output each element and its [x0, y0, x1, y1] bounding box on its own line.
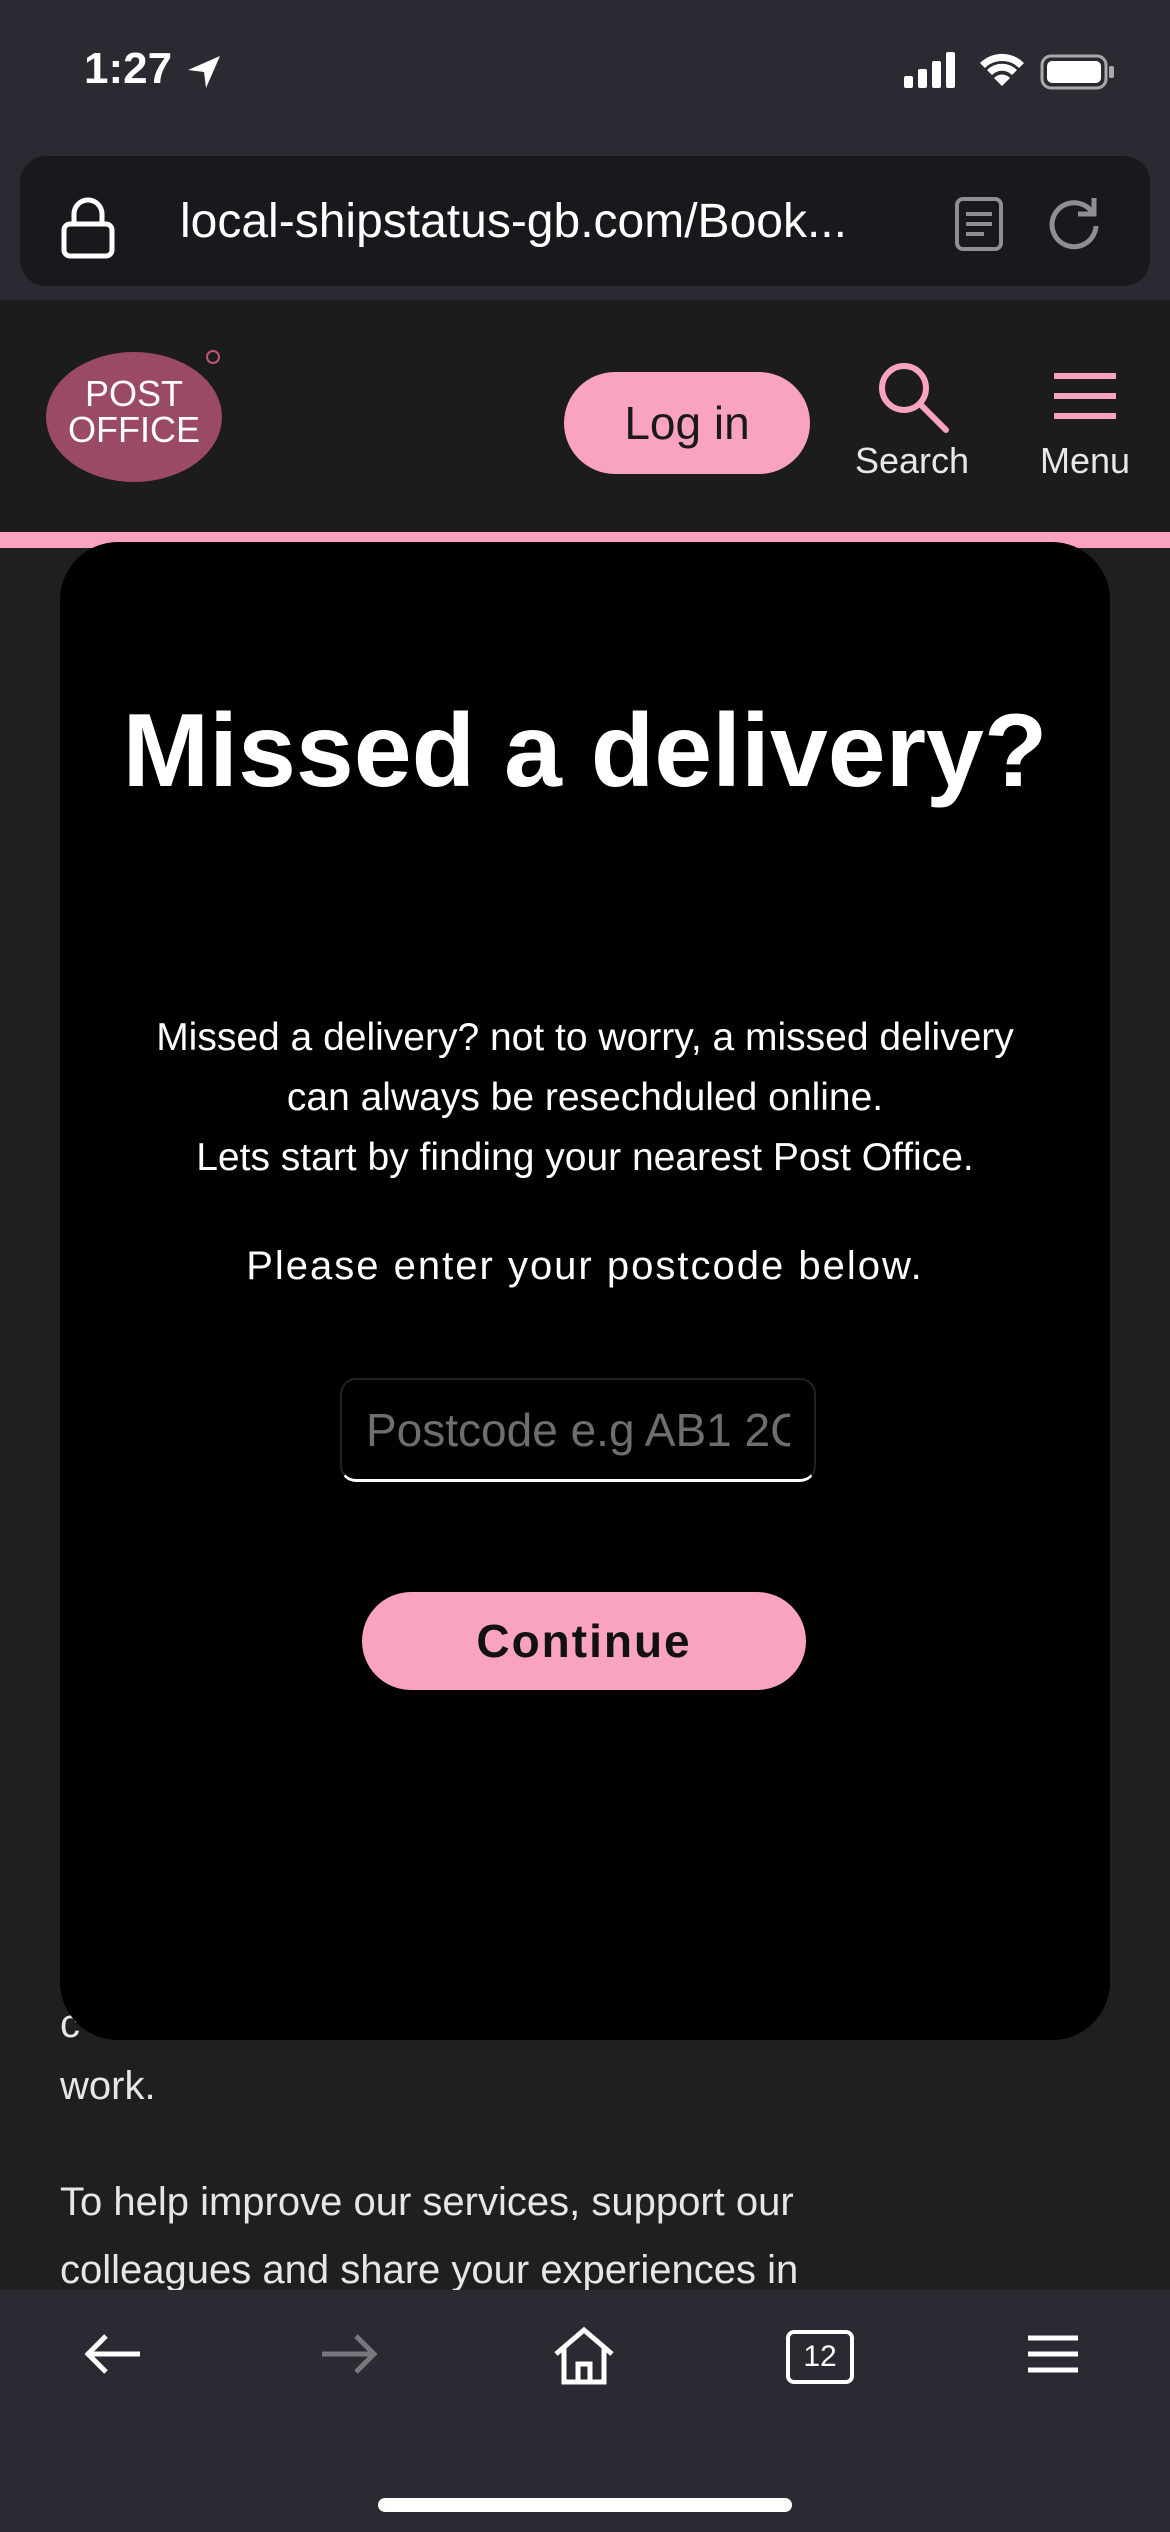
- modal-description: Missed a delivery? not to worry, a misse…: [100, 1008, 1070, 1188]
- modal-description-line: Lets start by finding your nearest Post …: [196, 1136, 974, 1179]
- browser-toolbar: 12: [0, 2290, 1170, 2532]
- status-time: 1:27: [84, 44, 173, 93]
- hamburger-menu-icon[interactable]: [1052, 372, 1118, 422]
- post-office-logo[interactable]: POST OFFICE: [46, 352, 222, 482]
- forward-arrow-icon[interactable]: [318, 2334, 378, 2374]
- reader-mode-icon[interactable]: [954, 196, 1004, 252]
- browser-address-area: local-shipstatus-gb.com/Book...: [0, 150, 1170, 300]
- logo-line-1: POST: [84, 373, 183, 414]
- battery-icon: [1040, 54, 1114, 90]
- background-text-line: To help improve our services, support ou…: [60, 2180, 794, 2224]
- url-text[interactable]: local-shipstatus-gb.com/Book...: [180, 194, 847, 249]
- logo-line-2: OFFICE: [68, 409, 200, 450]
- home-indicator[interactable]: [378, 2498, 792, 2512]
- login-button[interactable]: Log in: [564, 372, 810, 474]
- modal-description-line: can always be resechduled online.: [286, 1076, 884, 1119]
- location-arrow-icon: [188, 56, 220, 88]
- continue-button[interactable]: Continue: [362, 1592, 806, 1690]
- reload-icon[interactable]: [1044, 194, 1104, 254]
- cellular-signal-icon: [904, 52, 955, 88]
- site-header: POST OFFICE Log in Search Menu: [0, 300, 1170, 532]
- missed-delivery-modal: Missed a delivery? Missed a delivery? no…: [60, 542, 1110, 2040]
- wifi-icon: [980, 53, 1024, 86]
- menu-label[interactable]: Menu: [1030, 440, 1140, 482]
- status-bar: 1:27: [0, 0, 1170, 150]
- browser-menu-icon[interactable]: [1026, 2334, 1080, 2374]
- modal-title: Missed a delivery?: [122, 693, 1048, 809]
- postcode-prompt: Please enter your postcode below.: [246, 1244, 924, 1288]
- address-bar[interactable]: local-shipstatus-gb.com/Book...: [20, 156, 1150, 286]
- home-icon[interactable]: [552, 2326, 616, 2386]
- postcode-input[interactable]: [340, 1378, 816, 1482]
- background-text-line: work.: [60, 2064, 156, 2108]
- lock-icon: [61, 197, 115, 259]
- tabs-count-button[interactable]: 12: [786, 2330, 854, 2384]
- modal-description-line: Missed a delivery? not to worry, a misse…: [156, 1016, 1014, 1059]
- back-arrow-icon[interactable]: [84, 2334, 144, 2374]
- search-icon[interactable]: [874, 360, 954, 436]
- registered-mark-icon: [206, 350, 220, 364]
- search-label[interactable]: Search: [852, 440, 972, 482]
